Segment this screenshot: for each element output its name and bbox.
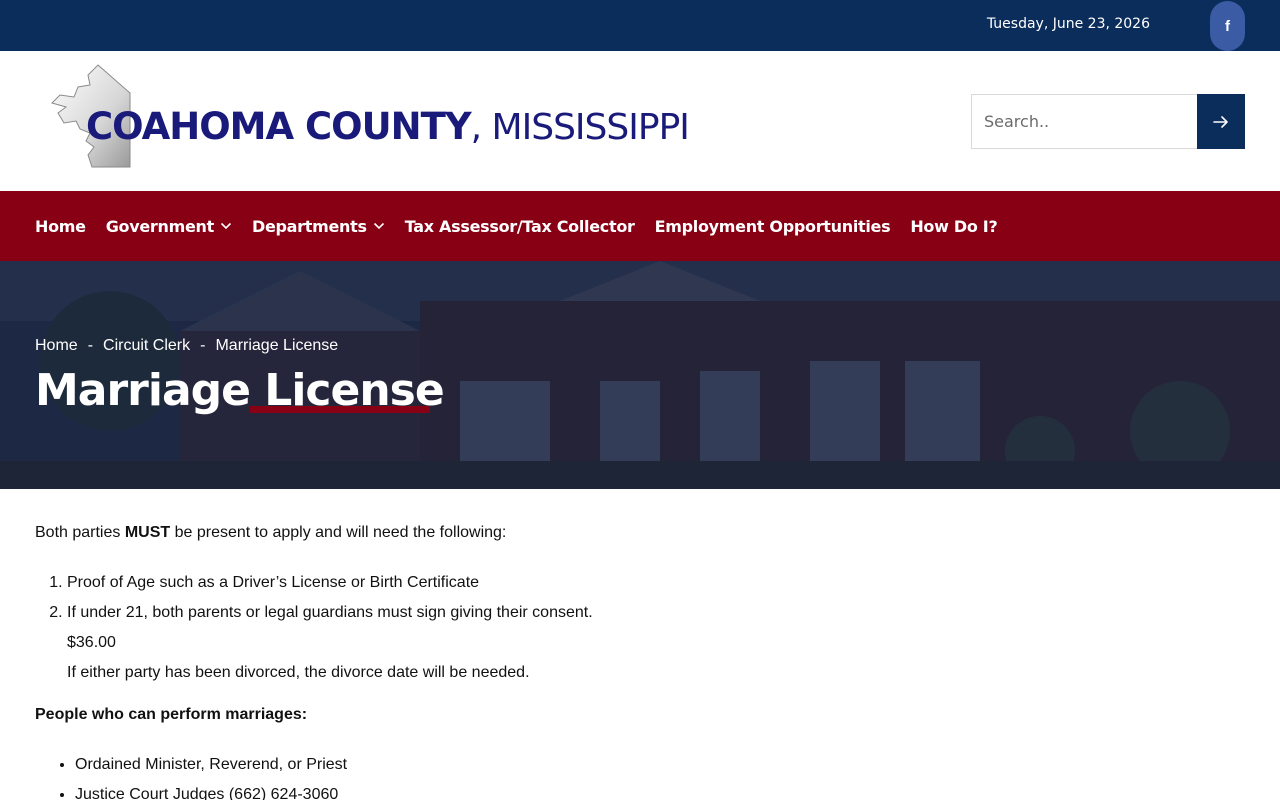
nav-item-home[interactable]: Home bbox=[35, 217, 86, 236]
top-bar: Tuesday, June 23, 2026 f bbox=[0, 0, 1280, 51]
list-item: Justice Court Judges (662) 624-3060 bbox=[75, 780, 1235, 800]
nav-item-label: How Do I? bbox=[910, 216, 998, 236]
site-logo[interactable]: COAHOMA COUNTY, MISSISSIPPI bbox=[40, 63, 700, 169]
intro-emphasis: MUST bbox=[124, 524, 171, 541]
requirements-list: Proof of Age such as a Driver’s License … bbox=[35, 568, 1235, 628]
fee-amount: $36.00 bbox=[67, 634, 116, 651]
breadcrumb-home[interactable]: Home bbox=[35, 337, 78, 355]
nav-item-employment[interactable]: Employment Opportunities bbox=[655, 217, 891, 236]
nav-item-departments[interactable]: Departments bbox=[252, 217, 385, 236]
breadcrumb: Home - Circuit Clerk - Marriage License bbox=[35, 337, 338, 355]
main-content: Both parties MUST be present to apply an… bbox=[35, 522, 1235, 800]
intro-text: be present to apply and will need the fo… bbox=[170, 524, 507, 541]
nav-item-label: Government bbox=[105, 216, 215, 236]
current-date: Tuesday, June 23, 2026 bbox=[986, 16, 1150, 32]
list-item: Proof of Age such as a Driver’s License … bbox=[67, 568, 1235, 598]
facebook-icon[interactable]: f bbox=[1210, 1, 1245, 51]
chevron-down-icon bbox=[220, 222, 232, 230]
page-title: Marriage License bbox=[35, 365, 445, 416]
search-submit-button[interactable] bbox=[1197, 94, 1245, 149]
page-hero: Home - Circuit Clerk - Marriage License … bbox=[0, 261, 1280, 489]
nav-item-label: Tax Assessor/Tax Collector bbox=[404, 216, 635, 236]
breadcrumb-circuit-clerk[interactable]: Circuit Clerk bbox=[103, 337, 190, 355]
search-input[interactable] bbox=[971, 94, 1197, 149]
nav-item-label: Departments bbox=[251, 216, 367, 236]
performers-heading: People who can perform marriages: bbox=[35, 706, 308, 723]
breadcrumb-separator: - bbox=[200, 337, 206, 354]
main-nav: Home Government Departments Tax Assessor… bbox=[0, 191, 1280, 261]
divorce-note: If either party has been divorced, the d… bbox=[67, 664, 530, 681]
logo-county-text: COAHOMA COUNTY bbox=[86, 105, 472, 148]
nav-item-label: Home bbox=[35, 216, 86, 236]
list-item: Ordained Minister, Reverend, or Priest bbox=[75, 750, 1235, 780]
nav-item-label: Employment Opportunities bbox=[654, 216, 891, 236]
intro-paragraph: Both parties MUST be present to apply an… bbox=[35, 522, 1235, 544]
list-item: If under 21, both parents or legal guard… bbox=[67, 598, 1235, 628]
breadcrumb-separator: - bbox=[87, 337, 94, 354]
site-header: COAHOMA COUNTY, MISSISSIPPI bbox=[0, 51, 1280, 191]
search-form bbox=[971, 94, 1245, 149]
arrow-right-icon bbox=[1213, 115, 1228, 128]
nav-item-how-do-i[interactable]: How Do I? bbox=[910, 217, 997, 236]
chevron-down-icon bbox=[373, 222, 385, 230]
nav-item-tax-assessor[interactable]: Tax Assessor/Tax Collector bbox=[405, 217, 635, 236]
logo-text: COAHOMA COUNTY, MISSISSIPPI bbox=[86, 105, 690, 148]
nav-item-government[interactable]: Government bbox=[106, 217, 232, 236]
logo-state-text: , MISSISSIPPI bbox=[470, 107, 690, 148]
breadcrumb-current: Marriage License bbox=[215, 337, 339, 354]
performers-list: Ordained Minister, Reverend, or Priest J… bbox=[35, 750, 1235, 800]
intro-text: Both parties bbox=[35, 524, 125, 541]
